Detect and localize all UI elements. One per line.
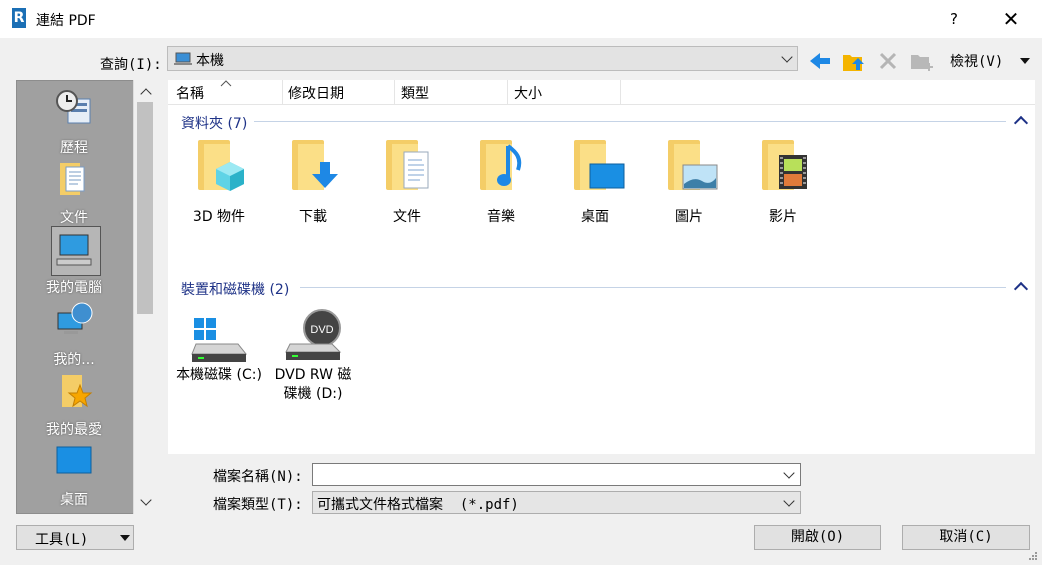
desktop-icon xyxy=(56,446,92,474)
dvd-badge: DVD xyxy=(310,324,333,336)
computer-icon xyxy=(174,52,192,65)
drive-item-d[interactable]: DVD DVD RW 磁碟機 (D:) xyxy=(268,302,358,402)
folder-item-3d-objects[interactable]: 3D 物件 xyxy=(174,136,264,232)
pictures-icon xyxy=(682,164,718,190)
file-list[interactable]: 名稱 修改日期 類型 大小 資料夾 (7) 3D 物件 下載 文件 音樂 桌面 … xyxy=(168,80,1035,454)
close-button[interactable]: ✕ xyxy=(994,6,1028,32)
desktop-icon xyxy=(589,163,625,189)
3d-objects-icon xyxy=(216,162,244,191)
filetype-label: 檔案類型(T): xyxy=(213,497,303,513)
lookin-value: 本機 xyxy=(196,53,224,69)
place-label: 歷程 xyxy=(60,140,88,156)
window-title: 連結 PDF xyxy=(36,13,96,29)
scroll-down-icon[interactable] xyxy=(140,494,152,506)
item-label: 本機磁碟 (C:) xyxy=(176,367,262,383)
place-favorites[interactable]: 我的最愛 xyxy=(17,369,131,439)
place-network[interactable]: 我的... xyxy=(17,299,131,369)
favorites-icon xyxy=(62,375,93,408)
documents-icon xyxy=(60,163,85,195)
sort-ascending-icon xyxy=(220,80,232,87)
local-disk-icon xyxy=(191,318,248,362)
title-bar: R 連結 PDF ? ✕ xyxy=(0,0,1042,38)
column-type[interactable]: 類型 xyxy=(401,83,429,103)
downloads-icon xyxy=(312,162,338,188)
dropdown-triangle-icon xyxy=(1020,58,1030,64)
open-button[interactable]: 開啟(O) xyxy=(754,525,881,550)
help-button[interactable]: ? xyxy=(940,6,968,32)
filename-input[interactable] xyxy=(312,463,801,486)
documents-icon xyxy=(403,151,429,189)
place-label: 桌面 xyxy=(60,492,88,508)
drive-item-c[interactable]: 本機磁碟 (C:) xyxy=(174,302,264,402)
videos-icon xyxy=(779,155,807,189)
folder-item-music[interactable]: 音樂 xyxy=(456,136,546,232)
views-label: 檢視(V) xyxy=(950,54,1004,70)
group-drives-title[interactable]: 裝置和磁碟機 (2) xyxy=(181,279,289,299)
computer-icon xyxy=(56,234,92,266)
revit-logo-icon: R xyxy=(12,8,26,28)
item-label: 下載 xyxy=(299,209,327,225)
place-documents[interactable]: 文件 xyxy=(17,157,131,227)
column-name[interactable]: 名稱 xyxy=(176,83,204,103)
filetype-dropdown[interactable]: 可攜式文件格式檔案 (*.pdf) xyxy=(312,491,801,514)
place-label: 我的電腦 xyxy=(46,280,102,296)
place-desktop[interactable]: 桌面 xyxy=(17,439,131,509)
place-history[interactable]: 歷程 xyxy=(17,87,131,157)
history-icon xyxy=(56,90,91,124)
folder-item-pictures[interactable]: 圖片 xyxy=(644,136,734,232)
item-label: 3D 物件 xyxy=(192,209,246,225)
place-label: 文件 xyxy=(60,210,88,226)
column-header: 名稱 修改日期 類型 大小 xyxy=(168,80,1035,105)
collapse-icon[interactable] xyxy=(1013,281,1029,297)
item-label: 桌面 xyxy=(581,209,609,225)
group-folders-title[interactable]: 資料夾 (7) xyxy=(181,113,247,133)
chevron-down-icon[interactable] xyxy=(783,467,795,479)
resize-grip-icon[interactable] xyxy=(1028,551,1038,561)
item-label: DVD RW 磁碟機 (D:) xyxy=(274,367,352,402)
tools-label: 工具(L) xyxy=(35,532,89,548)
item-label: 文件 xyxy=(393,209,421,225)
up-folder-icon[interactable] xyxy=(842,50,866,72)
filetype-value: 可攜式文件格式檔案 (*.pdf) xyxy=(317,497,519,513)
place-my-computer[interactable]: 我的電腦 xyxy=(17,226,131,297)
tools-button[interactable]: 工具(L) xyxy=(16,525,134,550)
filename-label: 檔案名稱(N): xyxy=(213,469,303,485)
scrollbar-thumb[interactable] xyxy=(137,102,153,314)
lookin-label: 查詢(I): xyxy=(100,57,162,73)
lookin-dropdown[interactable]: 本機 xyxy=(167,46,798,71)
item-label: 影片 xyxy=(769,209,797,225)
network-icon xyxy=(57,302,93,334)
new-folder-icon[interactable] xyxy=(909,50,935,72)
cancel-button[interactable]: 取消(C) xyxy=(902,525,1030,550)
folder-item-videos[interactable]: 影片 xyxy=(738,136,828,232)
collapse-icon[interactable] xyxy=(1013,115,1029,131)
place-label: 我的最愛 xyxy=(46,422,102,438)
delete-icon[interactable] xyxy=(877,50,899,72)
folder-item-downloads[interactable]: 下載 xyxy=(268,136,358,232)
group-divider xyxy=(254,121,1006,122)
back-arrow-icon[interactable] xyxy=(808,50,832,72)
dvd-drive-icon: DVD xyxy=(285,309,342,360)
music-icon xyxy=(497,144,522,186)
item-label: 音樂 xyxy=(487,209,515,225)
scroll-up-icon[interactable] xyxy=(140,88,152,100)
views-button[interactable]: 檢視(V) xyxy=(946,50,1034,72)
place-label: 我的... xyxy=(53,352,95,368)
column-size[interactable]: 大小 xyxy=(514,83,542,103)
folder-item-documents[interactable]: 文件 xyxy=(362,136,452,232)
group-divider xyxy=(300,287,1006,288)
item-label: 圖片 xyxy=(675,209,703,225)
dropdown-triangle-icon xyxy=(120,535,130,541)
folder-item-desktop[interactable]: 桌面 xyxy=(550,136,640,232)
chevron-down-icon xyxy=(781,51,793,63)
chevron-down-icon xyxy=(783,495,795,507)
column-modified[interactable]: 修改日期 xyxy=(288,83,344,103)
